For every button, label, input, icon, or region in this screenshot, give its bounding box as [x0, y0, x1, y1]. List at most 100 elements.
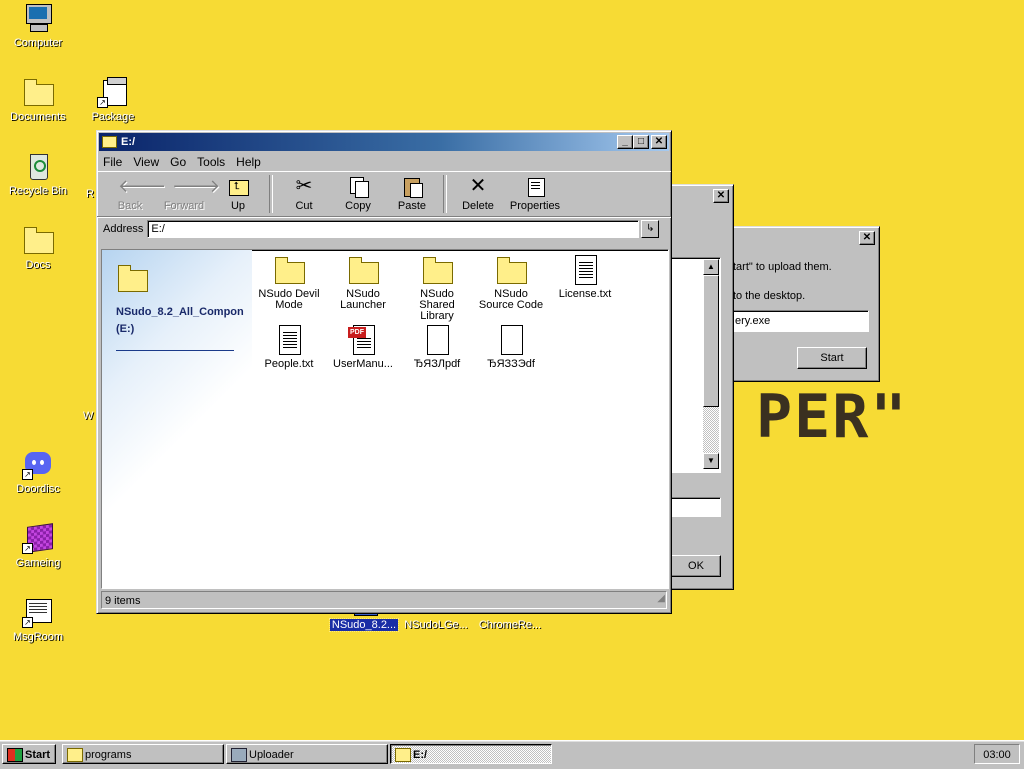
scroll-up-button[interactable]: ▲ [703, 259, 719, 275]
clock[interactable]: 03:00 [983, 749, 1011, 761]
scroll-thumb[interactable] [703, 275, 719, 407]
desktop-icon-label: NSudo_8.2... [328, 618, 400, 632]
programs-scrollbar[interactable]: ▲ ▼ [703, 259, 719, 469]
desktop-icon-label: ChromeRe... [478, 619, 542, 631]
uploader-file-value: ery.exe [735, 315, 771, 327]
menu-bar: File View Go Tools Help [97, 153, 671, 171]
scroll-down-button[interactable]: ▼ [703, 453, 719, 469]
menu-go[interactable]: Go [170, 155, 186, 169]
forward-label: Forward [163, 200, 205, 212]
close-button[interactable]: ✕ [651, 135, 667, 149]
task-uploader[interactable]: Uploader [226, 744, 388, 764]
minimize-button[interactable]: _ [617, 135, 633, 149]
start-upload-button[interactable]: Start [797, 347, 867, 369]
toolbar-separator [443, 175, 447, 213]
explorer-window[interactable]: E:/ _ □ ✕ File View Go Tools Help 🡐 Back… [96, 130, 672, 614]
desktop-icon-computer[interactable]: Computer [0, 2, 76, 49]
maximize-button[interactable]: □ [633, 135, 649, 149]
desktop-icon-gameing[interactable]: ↗ Gameing [0, 522, 76, 569]
toolbar-separator [269, 175, 273, 213]
arrow-up-icon: ▲ [707, 262, 715, 271]
clipped-desktop-label: W [83, 410, 94, 422]
scissors-icon: ✂ [295, 175, 313, 197]
folder-icon [22, 224, 54, 256]
uploader-file-field[interactable]: ery.exe [731, 310, 869, 332]
close-button[interactable]: ✕ [713, 189, 729, 203]
menu-file[interactable]: File [103, 155, 122, 169]
desktop-icon-label: MsgRoom [12, 631, 64, 643]
shortcut-arrow-icon: ↗ [22, 469, 33, 480]
panel-divider [116, 350, 234, 351]
discord-icon: ↗ [22, 448, 54, 480]
back-button[interactable]: 🡐 Back [103, 172, 167, 212]
folder-icon [421, 254, 453, 286]
file-name: License.txt [558, 288, 612, 300]
desktop-icon-label: Gameing [15, 557, 61, 569]
task-explorer[interactable]: E:/ [390, 744, 552, 764]
system-tray: 03:00 [974, 744, 1020, 764]
file-item-unknown-pdf-2[interactable]: ЂЯЗЗЭdf [476, 324, 546, 370]
folder-icon [67, 748, 83, 762]
drive-letter: (E:) [116, 323, 135, 335]
desktop-icon-doordisc[interactable]: ↗ Doordisc [0, 448, 76, 495]
file-name: UserManu... [333, 358, 393, 370]
file-item-usermanual[interactable]: PDF UserManu... [328, 324, 398, 370]
clipped-desktop-label: R [86, 188, 94, 200]
file-item-nsudo-launcher[interactable]: NSudo Launcher [328, 254, 398, 311]
copy-button[interactable]: Copy [331, 172, 385, 212]
uploader-hint: to the desktop. [733, 290, 806, 302]
address-label: Address [103, 223, 144, 235]
desktop-icon-label: NSudoLGe... [404, 619, 468, 631]
delete-button[interactable]: ✕ Delete [451, 172, 505, 212]
cut-button[interactable]: ✂ Cut [277, 172, 331, 212]
explorer-titlebar[interactable]: E:/ _ □ ✕ [99, 133, 669, 151]
close-icon: ✕ [654, 136, 664, 147]
task-programs[interactable]: programs [62, 744, 224, 764]
start-button[interactable]: Start [2, 744, 56, 764]
file-item-unknown-pdf-1[interactable]: ЂЯЗЛpdf [402, 324, 472, 370]
folder-up-icon: ⮤ [226, 175, 250, 197]
menu-view[interactable]: View [133, 155, 159, 169]
window-title: E:/ [121, 136, 136, 148]
file-item-nsudo-source-code[interactable]: NSudo Source Code [476, 254, 546, 311]
cut-label: Cut [295, 200, 313, 212]
blank-file-icon [495, 324, 527, 356]
desktop-icon-label: Docs [25, 259, 51, 271]
properties-icon [523, 175, 547, 197]
desktop-icon-recycle-bin[interactable]: Recycle Bin [0, 150, 76, 197]
file-item-people[interactable]: People.txt [254, 324, 324, 370]
resize-grip-icon[interactable]: ◢ [657, 590, 665, 608]
file-item-nsudo-shared-library[interactable]: NSudo Shared Library [402, 254, 472, 322]
desktop-icon-docs[interactable]: Docs [0, 224, 76, 271]
menu-help[interactable]: Help [236, 155, 261, 169]
item-count: 9 items [105, 595, 141, 607]
menu-tools[interactable]: Tools [197, 155, 225, 169]
close-button[interactable]: ✕ [859, 231, 875, 245]
arrow-left-icon: 🡐 [118, 176, 167, 196]
shortcut-arrow-icon: ↗ [97, 97, 108, 108]
folder-icon [102, 136, 117, 148]
folder-view[interactable]: NSudo_8.2_All_Compon (E:) NSudo Devil Mo… [101, 249, 669, 589]
address-input[interactable]: E:/ [147, 220, 640, 238]
desktop-icon-package[interactable]: ↗ Package [75, 76, 151, 123]
desktop-icon-documents[interactable]: Documents [0, 76, 76, 123]
windows-logo-icon [7, 748, 23, 762]
file-item-license[interactable]: License.txt [550, 254, 620, 300]
ok-button[interactable]: OK [671, 555, 721, 577]
status-bar: 9 items ◢ [101, 591, 667, 609]
go-button[interactable]: ↳ [641, 220, 660, 238]
go-arrow-icon: ↳ [646, 223, 655, 234]
properties-button[interactable]: Properties [505, 172, 565, 212]
copy-icon [346, 175, 370, 198]
package-icon: ↗ [97, 76, 129, 108]
file-item-nsudo-devil-mode[interactable]: NSudo Devil Mode [254, 254, 324, 311]
taskbar: Start programs Uploader E:/ 03:00 [0, 740, 1024, 769]
shortcut-arrow-icon: ↗ [22, 617, 33, 628]
file-name: NSudo Launcher [340, 288, 386, 311]
recycle-bin-icon [22, 150, 54, 182]
paste-button[interactable]: Paste [385, 172, 439, 212]
address-bar: Address E:/ ↳ [97, 217, 671, 240]
arrow-down-icon: ▼ [707, 456, 715, 465]
properties-label: Properties [509, 200, 561, 212]
desktop-icon-msgroom[interactable]: ↗ MsgRoom [0, 596, 76, 643]
